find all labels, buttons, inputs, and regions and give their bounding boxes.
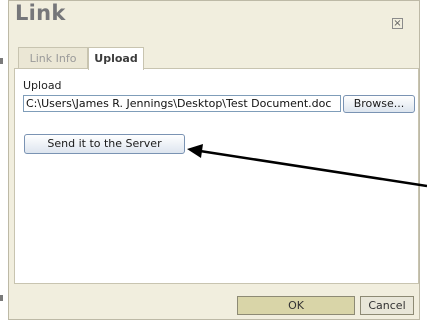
browse-button[interactable]: Browse...	[343, 95, 415, 113]
dialog-title: Link	[15, 1, 66, 25]
close-icon[interactable]: ×	[392, 18, 403, 29]
left-edge-mark	[0, 58, 3, 64]
tab-link-info[interactable]: Link Info	[18, 47, 88, 69]
tab-upload[interactable]: Upload	[88, 47, 144, 70]
upload-label: Upload	[23, 79, 62, 92]
send-to-server-button[interactable]: Send it to the Server	[24, 134, 185, 154]
ok-button[interactable]: OK	[237, 296, 355, 315]
left-edge-mark	[0, 295, 3, 301]
file-path-input[interactable]: C:\Users\James R. Jennings\Desktop\Test …	[23, 95, 341, 112]
cancel-button[interactable]: Cancel	[360, 296, 414, 315]
